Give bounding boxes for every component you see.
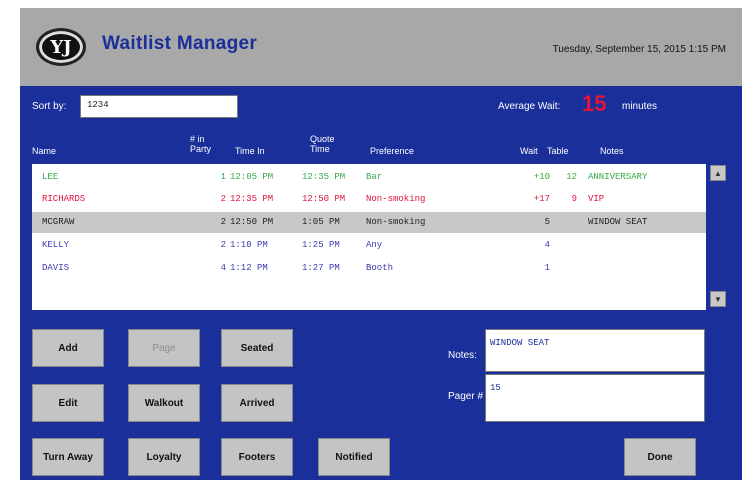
cell-party: 2 [220, 240, 226, 250]
cell-name: MCGRAW [42, 217, 75, 227]
edit-button[interactable]: Edit [32, 384, 104, 422]
col-header-notes: Notes [600, 146, 624, 156]
cell-quote: 1:25 PM [302, 240, 340, 250]
average-wait-value: 15 [582, 91, 607, 116]
seated-button[interactable]: Seated [221, 329, 293, 367]
table-row[interactable]: DAVIS 4 1:12 PM 1:27 PM Booth 1 [32, 258, 706, 279]
sort-by-label: Sort by: [32, 101, 67, 112]
walkout-button[interactable]: Walkout [128, 384, 200, 422]
waitlist-window: YJ Waitlist Manager Tuesday, September 1… [20, 8, 742, 480]
cell-quote: 1:27 PM [302, 263, 340, 273]
cell-preference: Non-smoking [366, 217, 426, 227]
average-wait-label: Average Wait: [498, 101, 561, 112]
logo-icon: YJ [36, 28, 86, 66]
table-row[interactable]: LEE 1 12:05 PM 12:35 PM Bar +10 12 ANNIVERSARY [32, 167, 706, 188]
cell-party: 2 [220, 194, 226, 204]
cell-preference: Non-smoking [366, 194, 426, 204]
cell-wait: +17 [533, 194, 550, 204]
notes-label: Notes: [448, 350, 477, 361]
col-header-party: # in Party [190, 134, 212, 154]
cell-time-in: 1:12 PM [230, 263, 268, 273]
cell-wait: 5 [544, 217, 550, 227]
scroll-down-icon[interactable]: ▼ [710, 291, 726, 307]
cell-name: RICHARDS [42, 194, 86, 204]
cell-wait: 1 [544, 263, 550, 273]
cell-party: 2 [220, 217, 226, 227]
table-row[interactable]: KELLY 2 1:10 PM 1:25 PM Any 4 [32, 235, 706, 256]
cell-table: 9 [571, 194, 577, 204]
average-wait-unit: minutes [622, 101, 658, 112]
cell-quote: 12:50 PM [302, 194, 346, 204]
cell-table: 12 [566, 172, 577, 182]
done-button[interactable]: Done [624, 438, 696, 476]
arrived-button[interactable]: Arrived [221, 384, 293, 422]
notified-button[interactable]: Notified [318, 438, 390, 476]
turn-away-button[interactable]: Turn Away [32, 438, 104, 476]
loyalty-button[interactable]: Loyalty [128, 438, 200, 476]
cell-notes: VIP [588, 194, 605, 204]
add-button[interactable]: Add [32, 329, 104, 367]
sort-by-input[interactable]: 1234 [80, 95, 238, 118]
pager-field[interactable]: 15 [485, 374, 705, 422]
cell-wait: 4 [544, 240, 550, 250]
cell-preference: Bar [366, 172, 383, 182]
app-header: YJ Waitlist Manager Tuesday, September 1… [20, 8, 742, 86]
cell-time-in: 1:10 PM [230, 240, 268, 250]
app-title: Waitlist Manager [102, 33, 258, 54]
col-header-time-in: Time In [235, 146, 265, 156]
cell-preference: Booth [366, 263, 394, 273]
col-header-quote-time: Quote Time [310, 134, 335, 154]
page-button[interactable]: Page [128, 329, 200, 367]
cell-time-in: 12:50 PM [230, 217, 274, 227]
table-row[interactable]: MCGRAW 2 12:50 PM 1:05 PM Non-smoking 5 WINDOW… [32, 212, 706, 233]
col-header-name: Name [32, 146, 57, 156]
table-row[interactable]: RICHARDS 2 12:35 PM 12:50 PM Non-smoking +17 9… [32, 189, 706, 210]
col-header-preference: Preference [370, 146, 415, 156]
col-header-table: Table [547, 146, 569, 156]
cell-notes: WINDOW SEAT [588, 217, 648, 227]
cell-name: DAVIS [42, 263, 70, 273]
cell-quote: 12:35 PM [302, 172, 346, 182]
cell-name: KELLY [42, 240, 70, 250]
cell-wait: +10 [533, 172, 550, 182]
waitlist-table: LEE 1 12:05 PM 12:35 PM Bar +10 12 ANNIVERSARY … [32, 164, 706, 310]
notes-field[interactable]: WINDOW SEAT [485, 329, 705, 372]
current-datetime: Tuesday, September 15, 2015 1:15 PM [552, 44, 726, 55]
cell-time-in: 12:35 PM [230, 194, 274, 204]
cell-preference: Any [366, 240, 383, 250]
col-header-wait: Wait [520, 146, 538, 156]
pager-label: Pager # [448, 391, 484, 402]
cell-party: 4 [220, 263, 226, 273]
cell-time-in: 12:05 PM [230, 172, 274, 182]
scroll-up-icon[interactable]: ▲ [710, 165, 726, 181]
cell-notes: ANNIVERSARY [588, 172, 648, 182]
cell-party: 1 [220, 172, 226, 182]
footers-button[interactable]: Footers [221, 438, 293, 476]
cell-quote: 1:05 PM [302, 217, 340, 227]
cell-name: LEE [42, 172, 59, 182]
